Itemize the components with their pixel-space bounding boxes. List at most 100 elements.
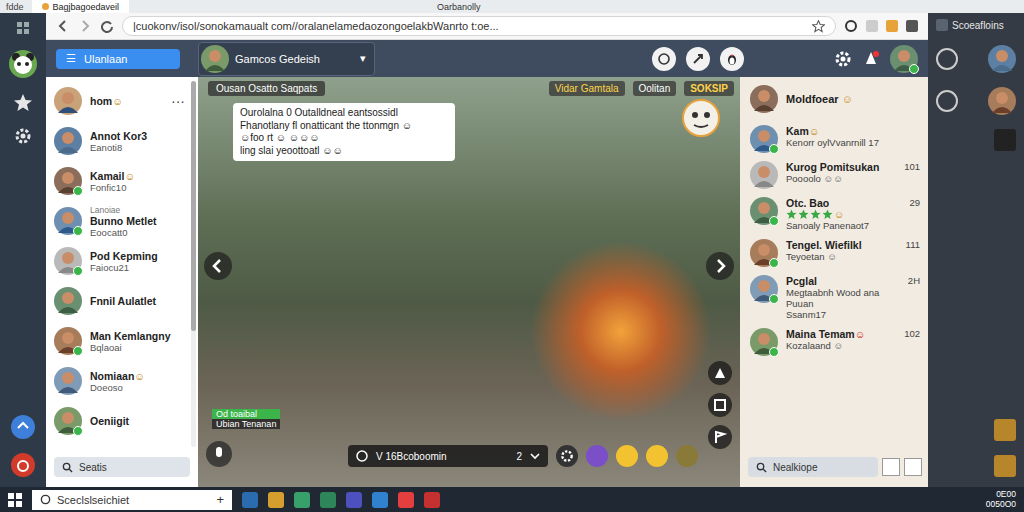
- back-icon[interactable]: [56, 19, 70, 33]
- new-tab-button[interactable]: +: [216, 492, 224, 507]
- taskbar-app-icon[interactable]: [424, 492, 440, 508]
- penguin-icon[interactable]: [720, 47, 744, 71]
- friend-item[interactable]: Tengel. Wiefilkl 111 Teyoetan ☺: [750, 239, 920, 267]
- avatar[interactable]: [54, 167, 82, 195]
- avatar[interactable]: [750, 197, 778, 225]
- power-icon[interactable]: [11, 453, 35, 477]
- game-dropdown[interactable]: Gamcos Gedeish ▾: [198, 42, 375, 76]
- settings-icon[interactable]: [676, 445, 698, 467]
- forward-icon[interactable]: [78, 19, 92, 33]
- contact-item[interactable]: Fnnil Aulatlet: [54, 283, 185, 319]
- avatar[interactable]: [750, 85, 778, 113]
- menu-button[interactable]: ☰ Ulanlaan: [56, 49, 180, 69]
- star-icon[interactable]: [13, 93, 33, 113]
- extension-icon[interactable]: [886, 20, 898, 32]
- avatar[interactable]: [750, 161, 778, 189]
- smile-icon[interactable]: [616, 445, 638, 467]
- circle-icon[interactable]: [652, 47, 676, 71]
- avatar[interactable]: [750, 275, 778, 303]
- settings-icon[interactable]: [844, 19, 858, 33]
- contact-item[interactable]: Lanoiae Bunno Metlet Eoocatt0: [54, 203, 185, 239]
- avatar[interactable]: [54, 207, 82, 235]
- flag-icon[interactable]: [708, 425, 732, 449]
- contact-item[interactable]: Annot Kor3 Eanoti8: [54, 123, 185, 159]
- friend-name: Kam☺: [786, 125, 820, 137]
- browser-window: |cuokonv/isol/sonokamaualt com//oralanel…: [46, 13, 928, 487]
- avatar[interactable]: [54, 367, 82, 395]
- browser-tab[interactable]: Bagjbagoedaveil: [32, 0, 130, 13]
- note-icon[interactable]: [994, 455, 1016, 477]
- list-icon[interactable]: [904, 458, 922, 476]
- contact-item[interactable]: Kamail☺ Fonfic10: [54, 163, 185, 199]
- extension-icon[interactable]: [906, 20, 918, 32]
- grid-icon[interactable]: [16, 21, 30, 35]
- taskbar-app-icon[interactable]: [320, 492, 336, 508]
- rocket-icon[interactable]: [686, 47, 710, 71]
- gear-icon[interactable]: [14, 127, 32, 145]
- taskbar-app-icon[interactable]: [268, 492, 284, 508]
- person-icon: [54, 287, 82, 315]
- avatar[interactable]: [890, 45, 918, 73]
- panda-icon[interactable]: [8, 49, 38, 79]
- more-button[interactable]: ···: [171, 93, 185, 109]
- gear-icon[interactable]: [556, 445, 578, 467]
- avatar[interactable]: [750, 125, 778, 153]
- friend-item[interactable]: Otc. Bao 29 ☺ Sanoaly Panenaot7: [750, 197, 920, 231]
- check-icon[interactable]: [936, 90, 958, 112]
- avatar[interactable]: [54, 87, 82, 115]
- avatar[interactable]: [988, 87, 1016, 115]
- avatar[interactable]: [54, 407, 82, 435]
- contacts-search[interactable]: Seatis: [54, 457, 190, 477]
- extension-icon[interactable]: [866, 20, 878, 32]
- friends-search[interactable]: Nealkiope: [748, 457, 878, 477]
- friend-item[interactable]: Kurog Pomitsukan 101 Poooolo ☺☺: [750, 161, 920, 189]
- friend-item[interactable]: Kam☺ Kenorr oylVvanrnill 17: [750, 125, 920, 153]
- avatar[interactable]: [54, 327, 82, 355]
- scroll-thumb[interactable]: [191, 81, 196, 331]
- bookmark-icon[interactable]: [994, 129, 1016, 151]
- emote-icon[interactable]: [586, 445, 608, 467]
- chat-icon[interactable]: [936, 48, 958, 70]
- contact-item[interactable]: Man Kemlangny Bqlaoai: [54, 323, 185, 359]
- game-input-bar[interactable]: V 16Bcoboomin 2: [348, 445, 548, 467]
- taskbar-app-icon[interactable]: [242, 492, 258, 508]
- contact-item[interactable]: Nomiaan☺ Doeoso: [54, 363, 185, 399]
- share-icon[interactable]: [11, 415, 35, 439]
- taskbar-app-icon[interactable]: [294, 492, 310, 508]
- app-icon[interactable]: [936, 19, 948, 31]
- contact-item[interactable]: Oeniigit: [54, 403, 185, 439]
- scrollbar[interactable]: [191, 81, 196, 447]
- list-icon[interactable]: [882, 458, 900, 476]
- sad-icon[interactable]: [646, 445, 668, 467]
- taskbar-app-icon[interactable]: [372, 492, 388, 508]
- avatar[interactable]: [988, 45, 1016, 73]
- map-icon[interactable]: [708, 361, 732, 385]
- avatar[interactable]: [750, 328, 778, 356]
- previous-icon[interactable]: [204, 252, 232, 280]
- friend-item[interactable]: Pcglal 2H Megtaabnh Wood anaPuuanSsanm17: [750, 275, 920, 320]
- avatar[interactable]: [750, 239, 778, 267]
- avatar[interactable]: [54, 287, 82, 315]
- next-icon[interactable]: [706, 252, 734, 280]
- taskbar-search[interactable]: Sceclslseichiet +: [32, 490, 232, 510]
- game-view[interactable]: Ousan Osatto Saqpats Vidar GamtalaOolita…: [198, 77, 740, 487]
- friend-item[interactable]: Maina Temam☺ 102 Kozalaand ☺: [750, 328, 920, 356]
- contact-item[interactable]: hom☺ ···: [54, 83, 185, 119]
- search-placeholder: Seatis: [79, 462, 107, 473]
- windows-icon[interactable]: [8, 493, 22, 507]
- gear-icon[interactable]: [834, 50, 852, 68]
- avatar[interactable]: [201, 45, 229, 73]
- taskbar-app-icon[interactable]: [346, 492, 362, 508]
- url-field[interactable]: |cuokonv/isol/sonokamaualt com//oralanel…: [122, 16, 836, 36]
- box-icon[interactable]: [708, 393, 732, 417]
- mic-icon[interactable]: [206, 441, 232, 467]
- avatar[interactable]: [54, 127, 82, 155]
- contact-item[interactable]: Pod Kepming Faiocu21: [54, 243, 185, 279]
- bookmark-star-icon[interactable]: [812, 20, 825, 33]
- reload-icon[interactable]: [100, 19, 114, 33]
- taskbar-app-icon[interactable]: [398, 492, 414, 508]
- avatar[interactable]: [54, 247, 82, 275]
- notification-icon[interactable]: [862, 50, 880, 68]
- mascot-icon[interactable]: [682, 99, 720, 139]
- folder-icon[interactable]: [994, 419, 1016, 441]
